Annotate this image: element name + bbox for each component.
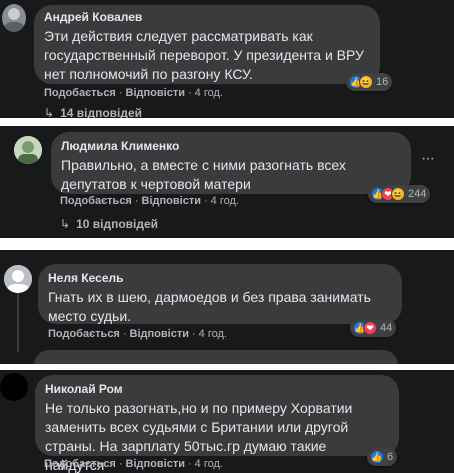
reaction-summary[interactable]: 👍 6 [367, 448, 398, 466]
reaction-count: 6 [387, 451, 394, 463]
comment-actions: Подобається · Відповісти · 4 год. [60, 195, 239, 207]
next-reply-bubble [34, 350, 398, 364]
thread-line [17, 292, 19, 352]
like-link[interactable]: Подобається [60, 195, 132, 207]
like-link[interactable]: Подобається [44, 87, 116, 99]
view-replies-link[interactable]: ↳ 10 відповідей [60, 217, 158, 231]
love-icon: ❤ [363, 321, 377, 335]
comment-panel: Николай Ром Не только разогнать,но и по … [0, 370, 454, 473]
comment-bubble: Николай Ром Не только разогнать,но и по … [35, 375, 399, 473]
comment-author[interactable]: Андрей Ковалев [44, 10, 370, 24]
reaction-summary[interactable]: 👍 😆 16 [346, 73, 393, 91]
comment-author[interactable]: Неля Кесель [48, 271, 392, 285]
replies-count: 14 відповідей [60, 106, 143, 118]
comment-time[interactable]: 4 год. [195, 458, 223, 470]
more-options-icon[interactable]: ··· [421, 150, 435, 168]
reply-arrow-icon: ↳ [44, 106, 55, 118]
like-link[interactable]: Подобається [44, 458, 116, 470]
reaction-count: 16 [376, 76, 389, 88]
comment-time[interactable]: 4 год. [211, 195, 239, 207]
comment-author[interactable]: Николай Ром [45, 382, 389, 396]
reaction-summary[interactable]: 👍 ❤ 44 [350, 319, 397, 337]
reply-link[interactable]: Відповісти [142, 195, 201, 207]
comment-bubble: Андрей Ковалев Эти действия следует расс… [34, 5, 380, 84]
avatar[interactable] [4, 265, 32, 293]
reaction-summary[interactable]: 👍 ❤ 😆 244 [368, 185, 431, 203]
comment-bubble: Людмила Клименко Правильно, а вместе с н… [51, 132, 411, 194]
comment-text: Гнать их в шею, дармоедов и без права за… [48, 289, 371, 324]
like-link[interactable]: Подобається [48, 328, 120, 340]
comment-bubble: Неля Кесель Гнать их в шею, дармоедов и … [38, 264, 402, 324]
comment-time[interactable]: 4 год. [195, 87, 223, 99]
like-icon: 👍 [370, 450, 384, 464]
reply-arrow-icon: ↳ [60, 217, 71, 231]
reply-link[interactable]: Відповісти [126, 458, 185, 470]
haha-icon: 😆 [391, 187, 405, 201]
comment-actions: Подобається · Відповісти · 4 год. [48, 328, 227, 340]
haha-icon: 😆 [359, 75, 373, 89]
reply-link[interactable]: Відповісти [130, 328, 189, 340]
comment-actions: Подобається · Відповісти · 4 год. [44, 87, 223, 99]
avatar[interactable] [2, 4, 26, 32]
comment-text: Правильно, а вместе с ними разогнать все… [61, 157, 346, 192]
comment-text: Эти действия следует рассматривать как г… [44, 28, 364, 82]
view-replies-link[interactable]: ↳ 14 відповідей [44, 106, 142, 118]
reaction-count: 244 [408, 188, 427, 200]
comment-panel: Людмила Клименко Правильно, а вместе с н… [0, 126, 454, 238]
avatar[interactable] [0, 373, 28, 401]
reaction-count: 44 [380, 322, 393, 334]
comment-author[interactable]: Людмила Клименко [61, 139, 401, 153]
comment-panel: Неля Кесель Гнать их в шею, дармоедов и … [0, 250, 454, 364]
comment-time[interactable]: 4 год. [199, 328, 227, 340]
replies-count: 10 відповідей [76, 217, 159, 231]
comment-panel: Андрей Ковалев Эти действия следует расс… [0, 0, 454, 118]
reply-link[interactable]: Відповісти [126, 87, 185, 99]
comment-actions: Подобається · Відповісти · 4 год. [44, 458, 223, 470]
avatar[interactable] [14, 136, 42, 164]
